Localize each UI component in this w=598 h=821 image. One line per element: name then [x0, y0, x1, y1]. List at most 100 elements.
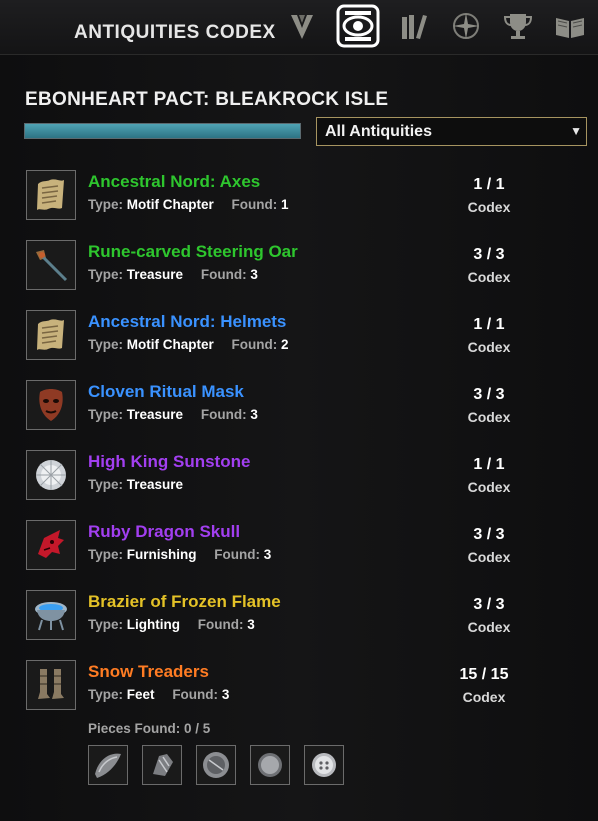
found-label: Found: — [231, 197, 278, 212]
antiquity-found: 2 — [281, 337, 289, 352]
antiquity-row[interactable]: High King Sunstone Type: Treasure 1 / 1 … — [0, 448, 598, 518]
antiquity-row[interactable]: Cloven Ritual Mask Type: Treasure Found:… — [0, 378, 598, 448]
antiquity-type: Treasure — [126, 477, 184, 492]
antiquity-row[interactable]: Ancestral Nord: Axes Type: Motif Chapter… — [0, 168, 598, 238]
antiquity-found: 3 — [221, 687, 230, 702]
type-label: Type: — [88, 267, 124, 282]
antiquity-name: Ancestral Nord: Axes — [88, 172, 261, 191]
oar-icon — [26, 240, 76, 290]
antiquity-name: Cloven Ritual Mask — [88, 382, 244, 401]
type-label: Type: — [88, 197, 124, 212]
codex-count: 1 / 1 — [473, 176, 505, 193]
antiquity-name: Ruby Dragon Skull — [88, 522, 241, 541]
antiquity-type: Lighting — [126, 617, 181, 632]
type-label: Type: — [88, 477, 124, 492]
codex-label: Codex — [467, 339, 511, 355]
antiquity-row[interactable]: Rune-carved Steering Oar Type: Treasure … — [0, 238, 598, 308]
codex-count: 15 / 15 — [459, 666, 509, 683]
antiquity-meta: Type: Treasure Found: 3 — [88, 267, 258, 282]
chevron-emblem-icon[interactable] — [282, 6, 322, 46]
open-book-icon[interactable] — [550, 6, 590, 46]
codex-count: 1 / 1 — [473, 456, 505, 473]
antiquity-list: Ancestral Nord: Axes Type: Motif Chapter… — [0, 168, 598, 728]
codex-label: Codex — [462, 689, 506, 705]
scroll-icon — [26, 310, 76, 360]
type-label: Type: — [88, 547, 124, 562]
fragment-shard-icon[interactable] — [142, 745, 182, 785]
antiquity-type: Motif Chapter — [126, 337, 214, 352]
antiquity-type: Treasure — [126, 267, 184, 282]
app-title: ANTIQUITIES CODEX — [74, 22, 276, 43]
antiquity-row[interactable]: Ancestral Nord: Helmets Type: Motif Chap… — [0, 308, 598, 378]
antiquity-name: Brazier of Frozen Flame — [88, 592, 281, 611]
fragment-disc-icon[interactable] — [196, 745, 236, 785]
gem-icon — [26, 450, 76, 500]
codex-count: 3 / 3 — [473, 596, 505, 613]
antiquity-type: Motif Chapter — [126, 197, 214, 212]
type-label: Type: — [88, 617, 124, 632]
type-label: Type: — [88, 407, 124, 422]
mask-icon — [26, 380, 76, 430]
antiquity-meta: Type: Feet Found: 3 — [88, 687, 229, 702]
antiquity-name: Snow Treaders — [88, 662, 209, 681]
brazier-icon — [26, 590, 76, 640]
type-label: Type: — [88, 687, 124, 702]
zone-progress-bar — [24, 123, 301, 139]
antiquity-row[interactable]: Snow Treaders Type: Feet Found: 3 15 / 1… — [0, 658, 598, 728]
dragon-skull-icon — [26, 520, 76, 570]
codex-count: 3 / 3 — [473, 526, 505, 543]
antiquity-meta: Type: Motif Chapter Found: 2 — [88, 337, 289, 352]
codex-label: Codex — [467, 409, 511, 425]
top-bar: ANTIQUITIES CODEX — [0, 0, 598, 55]
antiquity-name: High King Sunstone — [88, 452, 251, 471]
collection-books-icon[interactable] — [394, 6, 434, 46]
codex-count: 3 / 3 — [473, 386, 505, 403]
dropdown-arrow-icon: ▼ — [570, 124, 582, 138]
antiquity-meta: Type: Treasure — [88, 477, 183, 492]
antiquity-name: Ancestral Nord: Helmets — [88, 312, 287, 331]
codex-label: Codex — [467, 199, 511, 215]
found-label: Found: — [231, 337, 278, 352]
antiquity-found: 3 — [247, 617, 255, 632]
antiquity-name: Rune-carved Steering Oar — [88, 242, 298, 261]
type-label: Type: — [88, 337, 124, 352]
zone-title: EBONHEART PACT: BLEAKROCK ISLE — [25, 89, 389, 110]
antiquity-found: 3 — [263, 547, 272, 562]
codex-count: 1 / 1 — [473, 316, 505, 333]
codex-label: Codex — [467, 479, 511, 495]
found-label: Found: — [197, 617, 244, 632]
antiquity-meta: Type: Motif Chapter Found: 1 — [88, 197, 289, 212]
antiquity-meta: Type: Furnishing Found: 3 — [88, 547, 271, 562]
antiquity-row[interactable]: Brazier of Frozen Flame Type: Lighting F… — [0, 588, 598, 658]
antiquity-found: 3 — [250, 267, 258, 282]
antiquity-found: 3 — [250, 407, 258, 422]
fragment-curved-icon[interactable] — [88, 745, 128, 785]
antiquities-scrying-icon[interactable] — [334, 2, 382, 50]
antiquity-type: Furnishing — [126, 547, 197, 562]
codex-label: Codex — [467, 549, 511, 565]
boots-icon — [26, 660, 76, 710]
compass-star-icon[interactable] — [446, 6, 486, 46]
fragment-button-icon[interactable] — [304, 745, 344, 785]
found-label: Found: — [200, 407, 247, 422]
fragment-bowl-icon[interactable] — [250, 745, 290, 785]
codex-label: Codex — [467, 269, 511, 285]
antiquity-type: Feet — [126, 687, 155, 702]
antiquity-filter-dropdown[interactable]: All Antiquities ▼ — [316, 117, 587, 146]
antiquity-meta: Type: Lighting Found: 3 — [88, 617, 255, 632]
found-label: Found: — [200, 267, 247, 282]
found-label: Found: — [172, 687, 219, 702]
antiquity-found: 1 — [281, 197, 289, 212]
set-pieces — [88, 745, 358, 785]
dropdown-selected: All Antiquities — [325, 122, 432, 140]
codex-label: Codex — [467, 619, 511, 635]
antiquity-row[interactable]: Ruby Dragon Skull Type: Furnishing Found… — [0, 518, 598, 588]
antiquity-type: Treasure — [126, 407, 184, 422]
scroll-icon — [26, 170, 76, 220]
zone-progress-fill — [25, 124, 300, 138]
found-label: Found: — [214, 547, 261, 562]
antiquity-meta: Type: Treasure Found: 3 — [88, 407, 258, 422]
codex-count: 3 / 3 — [473, 246, 505, 263]
nav-icons — [282, 4, 598, 50]
trophy-icon[interactable] — [498, 6, 538, 46]
